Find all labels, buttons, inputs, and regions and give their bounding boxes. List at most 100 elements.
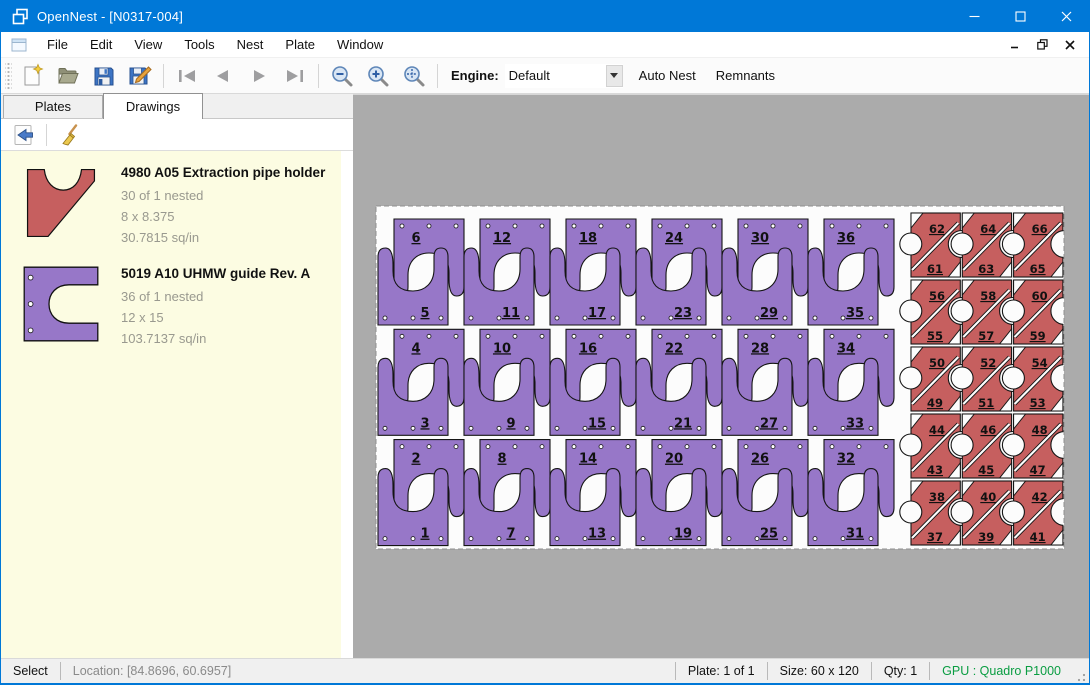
drill-hole [599, 334, 603, 338]
part-number-label: 52 [980, 356, 996, 370]
notch-cutout [951, 501, 973, 523]
red-part-pair[interactable]: 6665 [1002, 213, 1077, 277]
drill-hole [857, 224, 861, 228]
drill-hole [469, 426, 473, 430]
auto-nest-button[interactable]: Auto Nest [629, 62, 706, 89]
part-number-label: 61 [927, 262, 943, 276]
drill-hole [813, 316, 817, 320]
next-plate-button[interactable] [241, 61, 277, 91]
part-number-label: 3 [420, 416, 429, 431]
part-number-label: 33 [846, 416, 864, 431]
window-title: OpenNest - [N0317-004] [37, 9, 183, 24]
part-number-label: 11 [502, 306, 520, 321]
mdi-restore-button[interactable] [1035, 38, 1049, 52]
drill-hole [841, 316, 845, 320]
part-number-label: 30 [751, 231, 769, 246]
part-number-label: 37 [927, 530, 943, 544]
drill-hole [400, 224, 404, 228]
drill-hole [884, 224, 888, 228]
menu-item-plate[interactable]: Plate [274, 33, 326, 56]
drill-hole [783, 316, 787, 320]
drill-hole [857, 334, 861, 338]
save-button[interactable] [86, 61, 122, 91]
part-number-label: 15 [588, 416, 606, 431]
notch-cutout [951, 367, 973, 389]
toolbar-grip[interactable] [5, 63, 12, 89]
minimize-button[interactable] [951, 0, 997, 32]
app-icon [12, 8, 29, 25]
nest-view[interactable]: 6512111817242330293635431091615222128273… [353, 95, 1090, 659]
part-number-label: 62 [929, 222, 945, 236]
part-number-label: 42 [1032, 490, 1048, 504]
engine-dropdown-button[interactable] [606, 65, 623, 87]
red-part-pair[interactable]: 5453 [1002, 347, 1077, 411]
save-as-button[interactable] [122, 61, 158, 91]
sidebar-tabstrip: Plates Drawings [1, 94, 353, 119]
drill-hole [540, 224, 544, 228]
drill-hole [525, 316, 529, 320]
notch-cutout [1002, 300, 1024, 322]
drill-hole [599, 224, 603, 228]
drill-hole [685, 445, 689, 449]
engine-combobox[interactable]: Default [505, 64, 623, 88]
last-plate-button[interactable] [277, 61, 313, 91]
drill-hole [685, 224, 689, 228]
notch-cutout [951, 300, 973, 322]
close-button[interactable] [1043, 0, 1089, 32]
drawing-size: 12 x 15 [121, 307, 310, 328]
resize-grip[interactable] [1073, 665, 1087, 683]
part-number-label: 28 [751, 341, 769, 356]
status-gpu: GPU : Quadro P1000 [930, 663, 1073, 679]
save-icon [91, 63, 117, 89]
go-first-icon [174, 63, 200, 89]
red-part-pair[interactable]: 4241 [1002, 481, 1077, 545]
first-plate-button[interactable] [169, 61, 205, 91]
maximize-button[interactable] [997, 0, 1043, 32]
menu-item-edit[interactable]: Edit [79, 33, 123, 56]
remnants-button[interactable]: Remnants [706, 62, 785, 89]
send-back-button[interactable] [9, 122, 39, 148]
zoom-in-button[interactable] [360, 61, 396, 91]
menu-item-window[interactable]: Window [326, 33, 394, 56]
zoom-extents-button[interactable] [396, 61, 432, 91]
drill-hole [841, 537, 845, 541]
clear-drawings-button[interactable] [54, 122, 84, 148]
drawing-item-uhmw-guide[interactable]: 5019 A10 UHMW guide Rev. A 36 of 1 neste… [1, 256, 341, 357]
previous-plate-button[interactable] [205, 61, 241, 91]
drill-hole [727, 316, 731, 320]
drawing-size: 8 x 8.375 [121, 206, 325, 227]
drill-hole [641, 537, 645, 541]
part-number-label: 57 [978, 329, 994, 343]
drill-hole [641, 316, 645, 320]
part-number-label: 49 [927, 396, 943, 410]
drawing-item-extraction-pipe-holder[interactable]: 4980 A05 Extraction pipe holder 30 of 1 … [1, 155, 341, 256]
drill-hole [669, 316, 673, 320]
part-number-label: 8 [497, 452, 506, 467]
mdi-minimize-button[interactable] [1007, 38, 1021, 52]
part-number-label: 16 [579, 341, 597, 356]
menu-item-view[interactable]: View [123, 33, 173, 56]
notch-cutout [900, 367, 922, 389]
zoom-out-button[interactable] [324, 61, 360, 91]
menu-item-nest[interactable]: Nest [226, 33, 275, 56]
menu-item-file[interactable]: File [36, 33, 79, 56]
mdi-document-icon[interactable] [11, 38, 27, 52]
open-file-button[interactable] [50, 61, 86, 91]
red-part-pair[interactable]: 6059 [1002, 280, 1077, 344]
menu-item-tools[interactable]: Tools [173, 33, 225, 56]
zoom-in-icon [365, 63, 391, 89]
notch-cutout [900, 434, 922, 456]
drill-hole [427, 334, 431, 338]
red-part-pair[interactable]: 4847 [1002, 414, 1077, 478]
drill-hole [798, 334, 802, 338]
part-number-label: 63 [978, 262, 994, 276]
mdi-close-button[interactable] [1063, 38, 1077, 52]
part-number-label: 39 [978, 530, 994, 544]
tab-drawings[interactable]: Drawings [103, 93, 203, 119]
zoom-out-icon [329, 63, 355, 89]
drill-hole [712, 445, 716, 449]
pipe-holder-shape [23, 163, 99, 243]
nest-canvas[interactable]: 6512111817242330293635431091615222128273… [353, 94, 1089, 658]
new-file-button[interactable] [14, 61, 50, 91]
tab-plates[interactable]: Plates [3, 95, 103, 118]
